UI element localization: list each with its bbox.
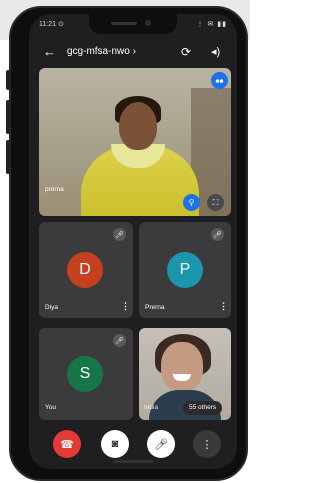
- meeting-code[interactable]: gcg-mfsa-nwo ›: [67, 46, 136, 57]
- avatar: S: [67, 356, 103, 392]
- avatar: P: [167, 252, 203, 288]
- mic-off-icon: 🎤︎: [154, 438, 168, 451]
- others-count-button[interactable]: 55 others: [183, 401, 223, 415]
- mic-off-icon: 🎤︎: [211, 228, 224, 241]
- meet-screen: 11:21 ⊙ ⋮ ✉ ▮▮ ← gcg-mfsa-nwo › ⟳ ◂) ⦁⦁ …: [29, 14, 237, 469]
- avatar-initial: D: [79, 261, 91, 278]
- call-controls: ☎ ◙ 🎤︎ ⋮: [29, 428, 237, 458]
- mic-off-glyph: 🎤︎: [115, 231, 124, 239]
- participant-name: Diya: [45, 304, 59, 311]
- speaker-face: [119, 102, 157, 150]
- participant-tile-you[interactable]: 🎤︎ S You: [39, 328, 133, 420]
- camera-toggle-button[interactable]: ◙: [101, 430, 129, 458]
- participant-tile-diya[interactable]: 🎤︎ D Diya ⋮: [39, 222, 133, 318]
- avatar: D: [67, 252, 103, 288]
- status-icons: ⋮ ✉ ▮▮: [196, 21, 227, 28]
- avatar-initial: P: [179, 261, 191, 278]
- more-options-icon[interactable]: ⋮: [121, 302, 130, 311]
- end-call-button[interactable]: ☎: [53, 430, 81, 458]
- mic-off-glyph: 🎤︎: [115, 337, 124, 345]
- speaker-volume-icon[interactable]: ◂): [211, 45, 220, 58]
- pin-icon[interactable]: ⚲: [183, 194, 200, 211]
- camera-tile-name: India: [144, 404, 159, 411]
- pin-glyph: ⚲: [188, 198, 195, 207]
- speaking-glyph: ⦁⦁: [215, 75, 224, 85]
- mic-off-icon: 🎤︎: [113, 334, 126, 347]
- back-arrow-icon[interactable]: ←: [43, 45, 56, 58]
- camera-notch: [89, 14, 177, 34]
- fullscreen-icon[interactable]: ⛶: [207, 194, 224, 211]
- mic-off-icon: 🎤︎: [113, 228, 126, 241]
- main-tile-name: prerna: [45, 186, 64, 193]
- call-toolbar: ← gcg-mfsa-nwo › ⟳ ◂): [29, 42, 237, 64]
- earpiece: [111, 22, 137, 25]
- phone-volume-up: [6, 100, 10, 134]
- status-time: 11:21 ⊙: [39, 21, 64, 28]
- avatar-initial: S: [79, 365, 91, 382]
- participant-name: Prerna: [145, 304, 165, 311]
- speaking-indicator-icon: ⦁⦁: [211, 72, 228, 89]
- fullscreen-glyph: ⛶: [212, 197, 219, 207]
- video-off-icon: ◙: [111, 438, 119, 450]
- mic-off-glyph: 🎤︎: [213, 231, 222, 239]
- end-call-icon: ☎: [60, 438, 74, 451]
- front-camera: [145, 20, 151, 26]
- phone-volume-down: [6, 140, 10, 174]
- phone-side-button: [6, 70, 10, 90]
- more-vert-icon: ⋮: [201, 438, 213, 451]
- mic-toggle-button[interactable]: 🎤︎: [147, 430, 175, 458]
- home-indicator: [113, 460, 153, 463]
- camera-person-face: [161, 342, 203, 392]
- more-options-icon[interactable]: ⋮: [219, 302, 228, 311]
- main-video-tile[interactable]: ⦁⦁ prerna ⚲ ⛶: [39, 68, 231, 216]
- switch-camera-icon[interactable]: ⟳: [181, 45, 191, 59]
- participant-tile-prerna[interactable]: 🎤︎ P Prerna ⋮: [139, 222, 231, 318]
- more-options-button[interactable]: ⋮: [193, 430, 221, 458]
- participant-tile-camera[interactable]: India 55 others: [139, 328, 231, 420]
- participant-name: You: [45, 404, 56, 411]
